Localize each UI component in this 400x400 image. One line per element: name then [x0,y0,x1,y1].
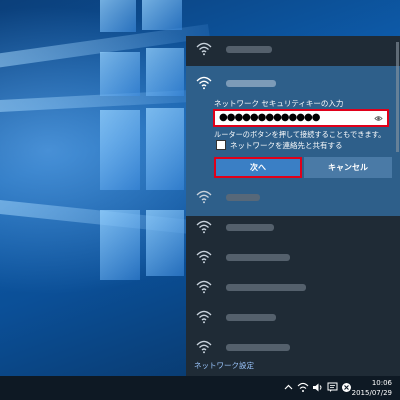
wifi-icon [196,340,212,354]
wallpaper-pane [100,52,140,96]
network-icon[interactable] [297,382,309,393]
wifi-icon [196,280,212,294]
wifi-icon [196,42,212,56]
wifi-icon [196,190,212,204]
wifi-icon [196,310,212,324]
network-name-blurred [226,343,290,351]
share-checkbox[interactable] [216,140,226,150]
password-input[interactable]: ●●●●●●●●●●●●● [213,109,389,127]
network-item[interactable] [186,30,400,68]
network-name-blurred [226,313,276,321]
network-name-blurred [226,223,274,231]
volume-icon[interactable] [312,382,324,393]
network-name-blurred [226,283,306,291]
clock-date: 2015/07/29 [351,389,392,397]
reveal-password-icon[interactable] [374,114,383,123]
network-name-blurred [226,45,272,53]
wallpaper-pane [100,210,140,280]
wallpaper-pane [146,210,184,276]
wifi-icon [196,220,212,234]
network-name-blurred [226,193,260,201]
chevron-up-icon[interactable] [284,382,293,393]
notification-icon[interactable] [327,382,338,393]
flyout-scrollbar[interactable] [396,42,399,152]
clock[interactable]: 10:06 2015/07/29 [352,378,392,398]
network-item[interactable] [186,64,400,102]
share-label: ネットワークを連絡先と共有する [230,141,343,150]
network-name-blurred [226,253,290,261]
password-value: ●●●●●●●●●●●●● [219,112,320,123]
wallpaper-pane [100,110,140,190]
security-key-prompt: ネットワーク セキュリティキーの入力 [214,99,344,108]
clock-time: 10:06 [371,379,392,387]
wallpaper-pane [142,0,182,30]
wallpaper-pane [146,48,184,96]
network-settings-link[interactable]: ネットワーク設定 [194,360,254,371]
wifi-icon [196,250,212,264]
cancel-button[interactable]: キャンセル [304,157,392,178]
wps-hint: ルーターのボタンを押して接続することもできます。 [214,130,386,139]
wifi-icon [196,76,212,90]
wallpaper-pane [100,0,136,32]
next-button[interactable]: 次へ [214,157,302,178]
wallpaper-pane [146,108,184,190]
close-circle-icon[interactable] [341,382,352,393]
taskbar: 10:06 2015/07/29 [0,376,400,400]
network-name-blurred [226,79,276,87]
